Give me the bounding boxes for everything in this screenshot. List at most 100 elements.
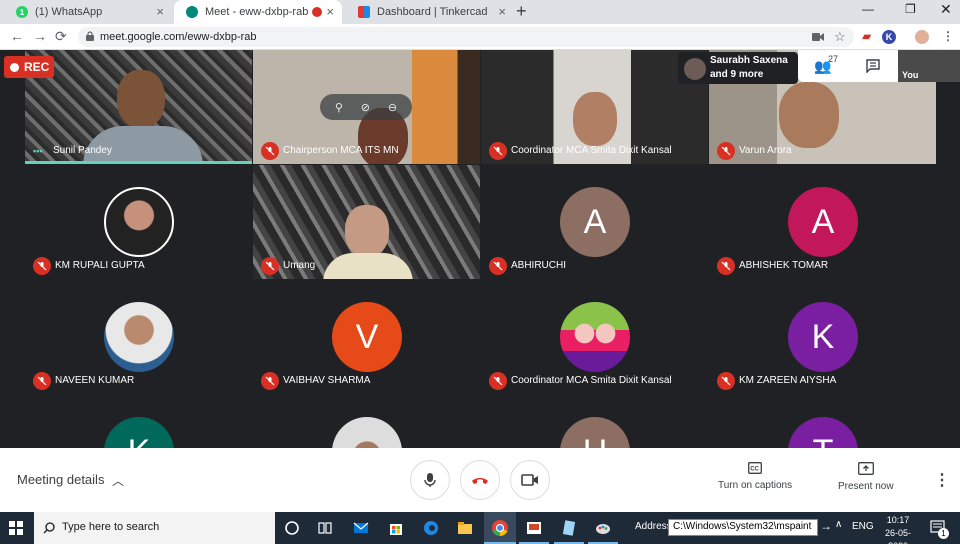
presenter-chip[interactable]: Saurabh Saxena and 9 more — [678, 52, 798, 84]
close-tab-icon[interactable]: × — [326, 5, 334, 18]
chrome-icon[interactable] — [491, 519, 509, 537]
taskbar-search-box[interactable]: Type here to search — [34, 512, 275, 544]
participant-initial-avatar: V — [332, 302, 402, 372]
tray-chevron-icon[interactable]: ∧ — [835, 519, 842, 530]
muted-mic-icon — [33, 257, 51, 275]
search-icon — [43, 522, 55, 534]
task-view-icon[interactable] — [316, 519, 334, 537]
present-now-button[interactable]: Present now — [838, 462, 894, 492]
meeting-controls-bar: Meeting details ︿ CC Turn on captions Pr… — [0, 448, 960, 512]
browser-toolbar: ← → ⟳ meet.google.com/eww-dxbp-rab ☆ ▰ K… — [0, 24, 960, 50]
back-icon[interactable]: ← — [10, 28, 24, 44]
restore-icon[interactable]: ❐ — [905, 2, 916, 16]
participant-tile[interactable]: Umang — [253, 165, 480, 279]
forward-icon[interactable]: → — [33, 28, 47, 44]
tinkercad-icon — [358, 6, 370, 18]
address-toolbar-input[interactable]: C:\Windows\System32\mspaint — [668, 519, 818, 536]
meeting-details-button[interactable]: Meeting details — [17, 472, 104, 487]
tab-title: Dashboard | Tinkercad — [377, 6, 488, 18]
participant-tile[interactable]: Coordinator MCA Smita Dixit Kansal — [481, 280, 708, 394]
remove-participant-icon[interactable]: ⊖ — [388, 101, 397, 114]
hang-up-icon — [472, 478, 488, 484]
participant-tile[interactable]: V VAIBHAV SHARMA — [253, 280, 480, 394]
paint-icon[interactable] — [594, 519, 612, 537]
participant-tile[interactable]: Coordinator MCA Smita Dixit Kansal — [481, 50, 708, 164]
meet-grid: Sunil Pandey ▪▪▪ REC ⚲ ⊘ ⊖ Chairperson M… — [0, 50, 960, 448]
participant-initial-avatar: H — [560, 417, 630, 448]
tab-title: (1) WhatsApp — [35, 6, 103, 18]
participant-tile[interactable]: K — [25, 395, 252, 448]
taskbar-clock[interactable]: 10:17 26-05-2020 — [876, 514, 920, 544]
tile-hover-controls: ⚲ ⊘ ⊖ — [320, 94, 412, 120]
participant-name: NAVEEN KUMAR — [55, 375, 135, 386]
participant-name: VAIBHAV SHARMA — [283, 375, 371, 386]
file-explorer-icon[interactable] — [456, 519, 474, 537]
edge-icon[interactable] — [422, 519, 440, 537]
participant-name: KM ZAREEN AIYSHA — [739, 375, 837, 386]
participant-name: Sunil Pandey — [53, 145, 112, 156]
slides-app-icon[interactable] — [525, 519, 543, 537]
meet-top-panel: 👥 27 — [798, 50, 898, 82]
participant-tile[interactable]: T — [709, 395, 936, 448]
muted-mic-icon — [717, 257, 735, 275]
browser-menu-icon[interactable]: ⋮ — [942, 29, 954, 43]
pin-icon[interactable]: ⚲ — [335, 101, 343, 114]
participant-tile[interactable] — [253, 395, 480, 448]
microphone-button[interactable] — [410, 460, 450, 500]
participant-tile[interactable]: H — [481, 395, 708, 448]
participant-photo — [104, 187, 174, 257]
muted-mic-icon — [489, 372, 507, 390]
participant-initial-avatar: A — [560, 187, 630, 257]
participant-tile[interactable]: A ABHISHEK TOMAR — [709, 165, 936, 279]
self-view[interactable]: You — [898, 50, 960, 82]
language-indicator[interactable]: ENG — [852, 521, 874, 532]
person-face — [117, 70, 165, 128]
close-tab-icon[interactable]: × — [156, 5, 164, 18]
participant-initial-avatar: T — [788, 417, 858, 448]
participant-tile[interactable]: ⚲ ⊘ ⊖ Chairperson MCA ITS MN — [253, 50, 480, 164]
tab-whatsapp[interactable]: 1 (1) WhatsApp × — [4, 0, 172, 24]
presenter-avatar — [684, 58, 706, 80]
minimize-icon[interactable]: — — [862, 2, 874, 16]
address-toolbar-label: Address — [635, 521, 672, 532]
new-tab-icon[interactable]: + — [516, 1, 527, 22]
notepad-icon[interactable] — [560, 519, 578, 537]
participant-count: 27 — [828, 54, 839, 64]
mail-icon[interactable] — [352, 519, 370, 537]
cortana-icon[interactable] — [283, 519, 301, 537]
more-options-icon[interactable]: ⋮ — [934, 470, 950, 490]
muted-mic-icon — [717, 142, 735, 160]
leave-call-button[interactable] — [460, 460, 500, 500]
store-icon[interactable] — [387, 519, 405, 537]
reload-icon[interactable]: ⟳ — [55, 28, 67, 45]
participant-photo — [104, 302, 174, 372]
tab-tinkercad[interactable]: Dashboard | Tinkercad × — [346, 0, 514, 24]
close-window-icon[interactable]: ✕ — [940, 1, 952, 18]
close-tab-icon[interactable]: × — [498, 5, 506, 18]
present-screen-icon — [857, 462, 874, 475]
speaking-icon: ▪▪▪ — [33, 146, 43, 156]
captions-button[interactable]: CC Turn on captions — [718, 462, 792, 491]
participant-tile[interactable]: Sunil Pandey ▪▪▪ — [25, 50, 252, 164]
profile-avatar[interactable] — [915, 30, 929, 44]
participant-tile[interactable]: A ABHIRUCHI — [481, 165, 708, 279]
extension-icon[interactable]: ▰ — [862, 29, 871, 43]
screen: 1 (1) WhatsApp × Meet - eww-dxbp-rab × D… — [0, 0, 960, 544]
chevron-up-icon[interactable]: ︿ — [112, 472, 124, 489]
muted-mic-icon — [717, 372, 735, 390]
tab-meet[interactable]: Meet - eww-dxbp-rab × — [174, 0, 342, 24]
camera-button[interactable] — [510, 460, 550, 500]
url-text: meet.google.com/eww-dxbp-rab — [100, 31, 257, 43]
participant-tile[interactable]: NAVEEN KUMAR — [25, 280, 252, 394]
address-bar[interactable]: meet.google.com/eww-dxbp-rab ☆ — [78, 27, 854, 47]
participant-tile[interactable]: KM RUPALI GUPTA — [25, 165, 252, 279]
extension-k-icon[interactable]: K — [882, 30, 896, 44]
camera-permission-icon[interactable] — [812, 32, 824, 42]
bookmark-star-icon[interactable]: ☆ — [834, 29, 846, 45]
participant-tile[interactable]: K KM ZAREEN AIYSHA — [709, 280, 936, 394]
mute-participant-icon[interactable]: ⊘ — [361, 101, 370, 114]
windows-start-icon[interactable] — [9, 521, 23, 535]
go-arrow-icon[interactable]: → — [820, 519, 832, 533]
participant-initial-avatar: K — [104, 417, 174, 448]
chat-icon[interactable] — [866, 59, 880, 73]
